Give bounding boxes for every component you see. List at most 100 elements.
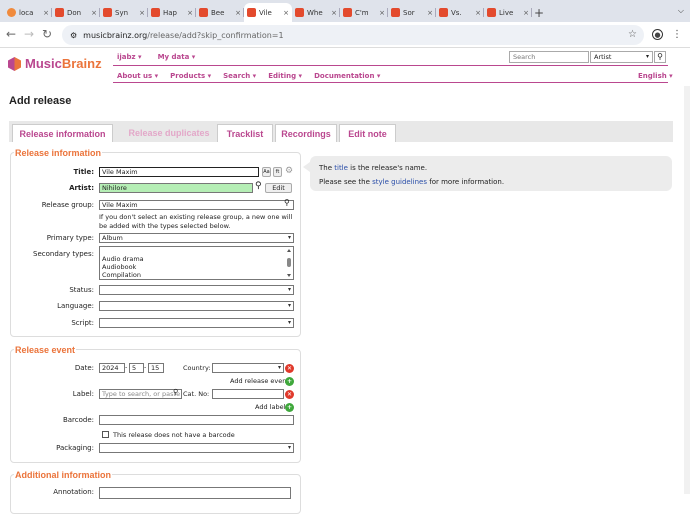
packaging-select[interactable]: ▾	[99, 443, 294, 453]
primary-type-select[interactable]: Album ▾	[99, 233, 294, 243]
browser-tab[interactable]: C'm ×	[340, 3, 388, 22]
remove-release-event-icon[interactable]: ✕	[285, 364, 294, 373]
close-tab-icon[interactable]: ×	[235, 9, 241, 17]
main-menu-item[interactable]: Documentation ▾	[314, 72, 380, 80]
tab-release-duplicates[interactable]: Release duplicates	[117, 124, 221, 142]
title-help-link[interactable]: title	[334, 164, 348, 172]
reload-icon[interactable]: ↻	[40, 27, 54, 41]
catalog-number-input[interactable]	[212, 389, 284, 399]
language-select[interactable]: ▾	[99, 301, 294, 311]
browser-tab[interactable]: Whe ×	[292, 3, 340, 22]
search-type-select[interactable]: Artist ▾	[590, 51, 653, 63]
title-input[interactable]: Vile Maxim	[99, 167, 259, 177]
guess-case-icon[interactable]: Aa	[262, 167, 271, 177]
browser-tab[interactable]: Syn ×	[100, 3, 148, 22]
browser-tab[interactable]: Vs. ×	[436, 3, 484, 22]
listbox-scrollbar[interactable]	[286, 248, 292, 278]
secondary-option[interactable]: Audiobook	[102, 263, 293, 271]
main-menu-item[interactable]: Search ▾	[223, 72, 256, 80]
search-button-icon[interactable]: ⚲	[654, 51, 666, 63]
close-tab-icon[interactable]: ×	[475, 9, 481, 17]
close-tab-icon[interactable]: ×	[91, 9, 97, 17]
more-menu-icon[interactable]: ⋮	[670, 27, 684, 41]
artist-edit-button[interactable]: Edit	[265, 183, 292, 193]
add-release-event-link[interactable]: Add release event	[230, 377, 289, 385]
site-info-icon[interactable]: ⚙	[70, 31, 77, 40]
close-tab-icon[interactable]: ×	[139, 9, 145, 17]
main-menu-item[interactable]: Editing ▾	[268, 72, 302, 80]
script-label: Script:	[71, 319, 94, 327]
secondary-option[interactable]: Compilation	[102, 271, 293, 279]
close-tab-icon[interactable]: ×	[523, 9, 529, 17]
add-label-icon[interactable]: +	[285, 403, 294, 412]
help-line-1: The title is the release's name.	[319, 164, 428, 172]
back-icon[interactable]: ←	[4, 27, 18, 41]
bookmark-star-icon[interactable]: ☆	[628, 29, 637, 40]
remove-label-icon[interactable]: ✕	[285, 390, 294, 399]
artist-search-icon[interactable]: ⚲	[255, 181, 262, 191]
browser-tab[interactable]: loca ×	[4, 3, 52, 22]
browser-tab-title: C'm	[355, 8, 369, 17]
no-barcode-checkbox[interactable]	[102, 431, 109, 438]
packaging-label: Packaging:	[56, 444, 94, 452]
secondary-option[interactable]: Audio drama	[102, 255, 293, 263]
header-divider	[113, 65, 668, 66]
tab-edit-note[interactable]: Edit note	[339, 124, 396, 142]
browser-tab[interactable]: Vile ×	[244, 3, 292, 22]
profile-icon[interactable]: ●	[652, 29, 663, 40]
musicbrainz-icon	[439, 8, 448, 17]
add-release-event-icon[interactable]: +	[285, 377, 294, 386]
browser-tab-title: Don	[67, 8, 82, 17]
browser-tab-title: Vs.	[451, 8, 462, 17]
url-field[interactable]: ⚙ musicbrainz.org/release/add?skip_confi…	[62, 25, 644, 45]
tab-release-information[interactable]: Release information	[12, 124, 113, 142]
tab-recordings[interactable]: Recordings	[275, 124, 337, 142]
close-tab-icon[interactable]: ×	[379, 9, 385, 17]
style-guidelines-link[interactable]: style guidelines	[372, 178, 427, 186]
status-select[interactable]: ▾	[99, 285, 294, 295]
date-month-input[interactable]: 5	[129, 363, 144, 373]
annotation-textarea[interactable]	[99, 487, 291, 499]
add-label-link[interactable]: Add label	[255, 403, 285, 411]
user-menu[interactable]: ijabz ▾	[117, 53, 142, 61]
script-select[interactable]: ▾	[99, 318, 294, 328]
site-search-input[interactable]: Search	[509, 51, 589, 63]
country-select[interactable]: ▾	[212, 363, 284, 373]
close-tab-icon[interactable]: ×	[427, 9, 433, 17]
title-options-icon[interactable]: ft	[273, 167, 282, 177]
close-tab-icon[interactable]: ×	[43, 9, 49, 17]
release-group-input[interactable]: Vile Maxim	[99, 200, 294, 210]
main-menu-item[interactable]: About us ▾	[117, 72, 158, 80]
browser-tab[interactable]: Hap ×	[148, 3, 196, 22]
close-tab-icon[interactable]: ×	[187, 9, 193, 17]
browser-tab[interactable]: Live ×	[484, 3, 532, 22]
browser-tab[interactable]: Don ×	[52, 3, 100, 22]
musicbrainz-icon	[103, 8, 112, 17]
label-search-input[interactable]: Type to search, or paste	[99, 389, 182, 399]
tab-tracklist[interactable]: Tracklist	[217, 124, 273, 142]
catno-label: Cat. No:	[183, 390, 210, 398]
release-group-search-icon[interactable]: ⚲	[284, 198, 290, 207]
browser-tab[interactable]: Sor ×	[388, 3, 436, 22]
musicbrainz-logo[interactable]: MusicBrainz	[8, 56, 102, 71]
tab-search-icon[interactable]: ⌵	[678, 6, 684, 16]
label-search-icon[interactable]: ⚲	[173, 388, 178, 396]
settings-gear-icon[interactable]: ⚙	[285, 166, 293, 176]
musicbrainz-icon	[295, 8, 304, 17]
page-scrollbar[interactable]	[684, 86, 690, 494]
language-menu[interactable]: English ▾	[638, 72, 673, 80]
forward-icon[interactable]: →	[22, 27, 36, 41]
date-day-input[interactable]: 15	[148, 363, 164, 373]
close-tab-icon[interactable]: ×	[283, 9, 289, 17]
new-tab-icon[interactable]: +	[532, 3, 546, 22]
secondary-types-listbox[interactable]: Audio drama Audiobook Compilation	[99, 246, 294, 280]
browser-tab-title: Live	[499, 8, 514, 17]
release-group-note: If you don't select an existing release …	[99, 213, 293, 230]
close-tab-icon[interactable]: ×	[331, 9, 337, 17]
my-data-menu[interactable]: My data ▾	[158, 53, 196, 61]
barcode-input[interactable]	[99, 415, 294, 425]
artist-input[interactable]: Nihilore	[99, 183, 253, 193]
date-year-input[interactable]: 2024	[99, 363, 125, 373]
browser-tab[interactable]: Bee ×	[196, 3, 244, 22]
main-menu-item[interactable]: Products ▾	[170, 72, 211, 80]
